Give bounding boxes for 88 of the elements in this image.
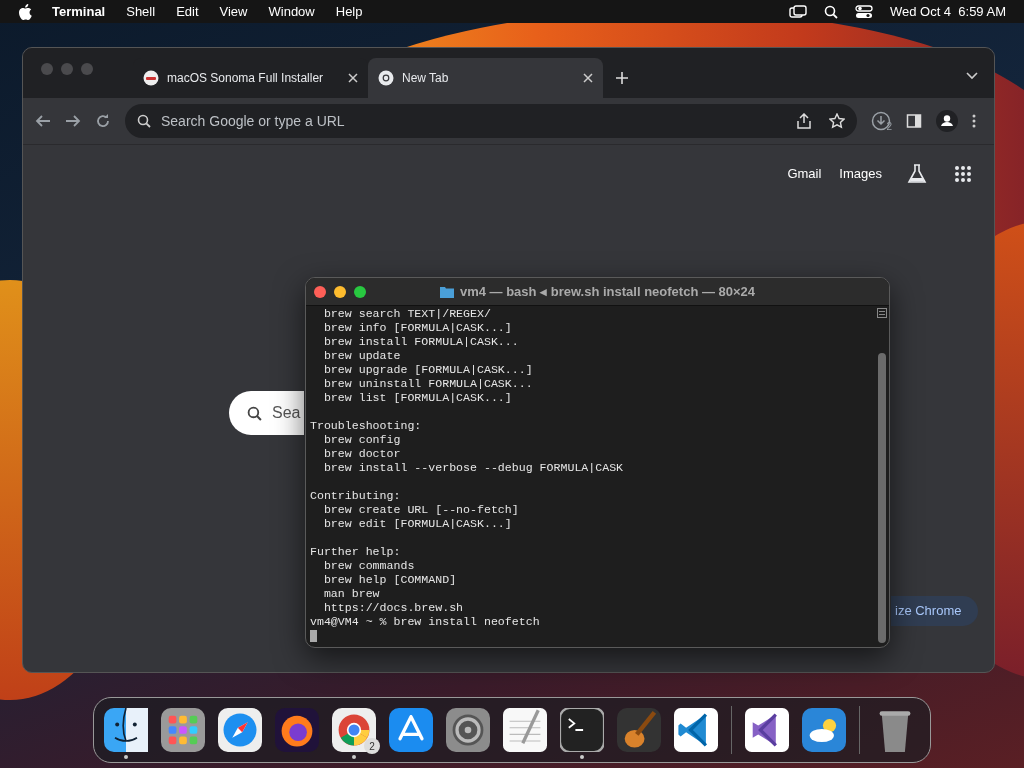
terminal-output-line: brew edit [FORMULA|CASK...]: [322, 517, 512, 530]
profile-icon: [936, 110, 958, 132]
terminal-output-line: brew doctor: [322, 447, 401, 460]
minimize-button[interactable]: [334, 285, 346, 298]
compass-icon: [218, 708, 262, 752]
terminal-output-line: brew search TEXT|/REGEX/: [322, 307, 491, 320]
terminal-output-line: brew commands: [322, 559, 415, 572]
letter-a-icon: [389, 708, 433, 752]
split-pane-icon: [877, 308, 887, 318]
chrome-logo-icon: [378, 70, 394, 86]
code-editor-icon: [674, 708, 718, 752]
menu-app-name[interactable]: Terminal: [52, 1, 106, 22]
side-panel-icon: [906, 113, 922, 129]
dock-app-icon[interactable]: [218, 708, 262, 752]
tab-title: New Tab: [402, 70, 450, 87]
address-input[interactable]: Search Google or type a URL: [161, 110, 788, 132]
search-icon: [823, 4, 838, 19]
header-link[interactable]: Images: [839, 164, 882, 184]
text-cursor: [310, 630, 317, 642]
menu-item[interactable]: View: [219, 1, 248, 22]
guitar-icon: [617, 708, 661, 752]
menu-item[interactable]: Help: [335, 1, 363, 22]
menu-item[interactable]: Shell: [126, 1, 156, 22]
circle-logo-icon: [332, 708, 376, 752]
forward-icon: [65, 113, 81, 129]
download-icon: [871, 111, 892, 131]
terminal-output-line: Contributing:: [310, 489, 401, 502]
terminal-output-line: brew config: [322, 433, 401, 446]
terminal-prompt-line: vm4@VM4 ~ % brew install neofetch: [310, 615, 540, 628]
search-box[interactable]: Sea: [229, 391, 304, 435]
address-bar[interactable]: Search Google or type a URL: [125, 104, 858, 138]
dock-app-icon[interactable]: [802, 708, 846, 752]
control-center-icon: [854, 4, 873, 19]
terminal-output-line: brew upgrade [FORMULA|CASK...]: [322, 363, 533, 376]
zoom-button[interactable]: [354, 285, 366, 298]
gear-icon: [446, 708, 490, 752]
screen-mirroring-icon: [788, 4, 807, 19]
tab-title: macOS Sonoma Full Installer: [167, 70, 325, 87]
search-icon: [137, 114, 151, 128]
terminal-icon: [560, 708, 604, 752]
more-menu-icon: [972, 114, 976, 128]
terminal-output-line: brew uninstall FORMULA|CASK...: [322, 377, 533, 390]
close-icon: [348, 73, 358, 83]
terminal-output-line: brew info [FORMULA|CASK...]: [322, 321, 512, 334]
terminal-output-line: man brew: [322, 587, 380, 600]
menu-item[interactable]: Window: [268, 1, 315, 22]
chevron-down-icon: [966, 72, 978, 80]
share-icon: [797, 113, 812, 129]
star-icon: [829, 113, 846, 129]
notepad-pen-icon: [503, 708, 547, 752]
terminal-output-line: brew install FORMULA|CASK...: [322, 335, 519, 348]
header-link[interactable]: Gmail: [787, 164, 822, 184]
menu-clock[interactable]: Wed Oct 4 6:59 AM: [889, 1, 1006, 22]
back-icon: [35, 113, 51, 129]
folder-icon: [439, 285, 454, 298]
notification-badge: 2: [364, 738, 380, 754]
dock-app-icon[interactable]: 2: [332, 708, 376, 752]
terminal-output-line: brew update: [322, 349, 401, 362]
customize-chrome-button[interactable]: ize Chrome: [891, 596, 978, 626]
close-icon: [583, 73, 593, 83]
terminal-output-line: Troubleshooting:: [310, 419, 422, 432]
flask-icon: [906, 163, 928, 185]
scrollbar-thumb[interactable]: [878, 353, 886, 643]
sun-cloud-icon: [802, 708, 846, 752]
terminal-title: vm4 — bash ◂ brew.sh install neofetch — 80×24: [459, 282, 756, 301]
menu-item[interactable]: Edit: [176, 1, 199, 22]
dock-app-icon[interactable]: [161, 708, 205, 752]
search-placeholder: Sea: [272, 403, 301, 423]
terminal-output-line: Further help:: [310, 545, 401, 558]
terminal-output-line: https://docs.brew.sh: [322, 601, 464, 614]
reload-icon: [95, 113, 111, 129]
dock-app-icon[interactable]: [446, 708, 490, 752]
dock-app-icon[interactable]: [617, 708, 661, 752]
apple-logo-icon: [18, 3, 32, 20]
site-favicon-icon: [143, 70, 159, 86]
dock-app-icon[interactable]: [674, 708, 718, 752]
new-tab-icon: [615, 71, 629, 85]
terminal-output-line: brew help [COMMAND]: [322, 573, 457, 586]
apps-grid-icon: [954, 165, 972, 183]
app-grid-icon: [161, 708, 205, 752]
terminal-output-line: brew install --verbose --debug FORMULA|CASK: [322, 461, 624, 474]
terminal-output-line: brew create URL [--no-fetch]: [322, 503, 519, 516]
terminal-output-line: brew list [FORMULA|CASK...]: [322, 391, 512, 404]
dock-app-icon[interactable]: [389, 708, 433, 752]
search-icon: [247, 405, 262, 421]
close-button[interactable]: [314, 285, 326, 298]
browser-tab[interactable]: New Tab: [368, 58, 603, 98]
finder-face-icon: [104, 708, 148, 752]
